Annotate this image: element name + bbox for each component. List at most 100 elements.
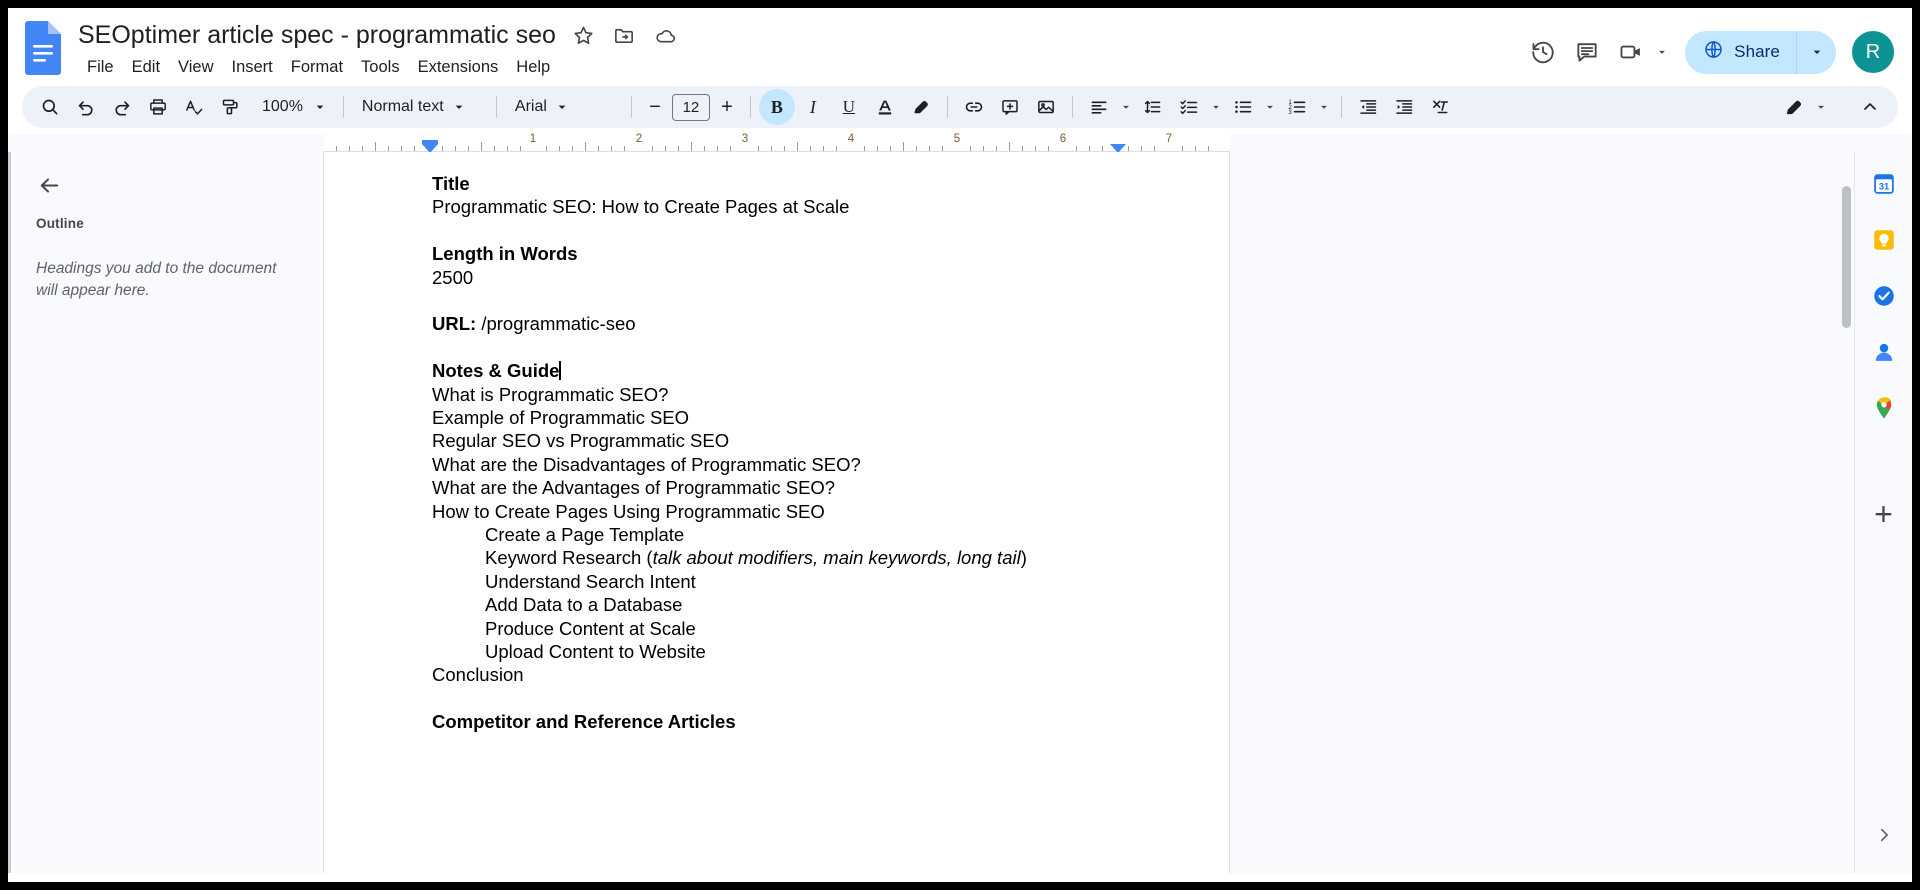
doc-blank-line[interactable]: [432, 687, 1139, 710]
doc-text-line[interactable]: What is Programmatic SEO?: [432, 383, 1139, 406]
doc-heading-competitor[interactable]: Competitor and Reference Articles: [432, 710, 1139, 733]
ruler-number: 4: [848, 133, 854, 145]
formatting-toolbar: 100% Normal text Arial: [22, 86, 1898, 128]
google-keep-icon[interactable]: [1864, 220, 1904, 260]
arrow-back-icon[interactable]: [32, 168, 66, 202]
menu-view[interactable]: View: [169, 56, 222, 79]
add-comment-icon[interactable]: [992, 89, 1028, 125]
redo-icon[interactable]: [104, 89, 140, 125]
version-history-icon[interactable]: [1521, 30, 1565, 74]
doc-indent-line[interactable]: Add Data to a Database: [432, 593, 1139, 616]
share-button[interactable]: Share: [1685, 31, 1796, 74]
document-page[interactable]: Title Programmatic SEO: How to Create Pa…: [324, 152, 1230, 873]
indent-decrease-icon[interactable]: [1350, 89, 1386, 125]
video-camera-icon[interactable]: [1609, 30, 1653, 74]
insert-image-icon[interactable]: [1028, 89, 1064, 125]
doc-indent-line[interactable]: Produce Content at Scale: [432, 617, 1139, 640]
font-family-select[interactable]: Arial: [505, 91, 623, 123]
outline-edge-handle[interactable]: [8, 152, 11, 873]
comment-icon[interactable]: [1565, 30, 1609, 74]
text-color-icon[interactable]: [867, 89, 903, 125]
menu-help[interactable]: Help: [507, 56, 559, 79]
undo-icon[interactable]: [68, 89, 104, 125]
doc-blank-line[interactable]: [432, 336, 1139, 359]
doc-heading-length[interactable]: Length in Words: [432, 242, 1139, 265]
underline-button[interactable]: U: [831, 89, 867, 125]
numbered-chevron-down-icon[interactable]: [1315, 98, 1333, 116]
doc-indent-line-keyword-research[interactable]: Keyword Research (talk about modifiers, …: [432, 546, 1139, 569]
google-maps-icon[interactable]: [1864, 388, 1904, 428]
doc-heading-title[interactable]: Title: [432, 172, 1139, 195]
spellcheck-icon[interactable]: [176, 89, 212, 125]
edit-mode-chevron-down-icon[interactable]: [1812, 98, 1830, 116]
checklist-icon[interactable]: [1171, 89, 1207, 125]
avatar[interactable]: R: [1852, 31, 1894, 73]
menu-tools[interactable]: Tools: [352, 56, 409, 79]
paint-format-icon[interactable]: [212, 89, 248, 125]
indent-increase-icon[interactable]: [1386, 89, 1422, 125]
canvas-background: [1230, 152, 1854, 873]
doc-indent-line[interactable]: Upload Content to Website: [432, 640, 1139, 663]
cloud-saved-icon[interactable]: [654, 24, 677, 47]
document-canvas[interactable]: Title Programmatic SEO: How to Create Pa…: [324, 152, 1854, 873]
bold-button[interactable]: B: [759, 89, 795, 125]
paragraph-style-select[interactable]: Normal text: [352, 91, 488, 123]
doc-heading-notes[interactable]: Notes & Guide: [432, 359, 1139, 382]
bullet-chevron-down-icon[interactable]: [1261, 98, 1279, 116]
highlight-pen-icon[interactable]: [903, 89, 939, 125]
collapse-toolbar-icon[interactable]: [1852, 89, 1888, 125]
font-size-input[interactable]: 12: [672, 94, 710, 121]
menu-insert[interactable]: Insert: [223, 56, 282, 79]
line-spacing-icon[interactable]: [1135, 89, 1171, 125]
share-chevron-down-icon[interactable]: [1796, 31, 1836, 74]
align-chevron-down-icon[interactable]: [1117, 98, 1135, 116]
meet-chevron-down-icon[interactable]: [1653, 43, 1671, 61]
star-icon[interactable]: [572, 24, 595, 47]
menu-format[interactable]: Format: [282, 56, 352, 79]
doc-blank-line[interactable]: [432, 289, 1139, 312]
page-title[interactable]: SEOptimer article spec - programmatic se…: [78, 20, 556, 50]
google-docs-icon[interactable]: [22, 20, 64, 76]
menu-edit[interactable]: Edit: [123, 56, 169, 79]
doc-blank-line[interactable]: [432, 219, 1139, 242]
insert-link-icon[interactable]: [956, 89, 992, 125]
print-icon[interactable]: [140, 89, 176, 125]
menu-file[interactable]: File: [78, 56, 123, 79]
doc-text-line[interactable]: Example of Programmatic SEO: [432, 406, 1139, 429]
doc-url-line[interactable]: URL: /programmatic-seo: [432, 312, 1139, 335]
italic-button[interactable]: I: [795, 89, 831, 125]
toolbar-divider: [1341, 96, 1342, 118]
clear-formatting-icon[interactable]: [1422, 89, 1458, 125]
doc-text-line[interactable]: What are the Disadvantages of Programmat…: [432, 453, 1139, 476]
doc-indent-line[interactable]: Create a Page Template: [432, 523, 1139, 546]
numbered-list-icon[interactable]: 123: [1279, 89, 1315, 125]
chevron-right-icon[interactable]: [1868, 819, 1900, 851]
font-size-decrease-button[interactable]: −: [640, 92, 670, 122]
doc-text-line[interactable]: What are the Advantages of Programmatic …: [432, 476, 1139, 499]
doc-text-line[interactable]: How to Create Pages Using Programmatic S…: [432, 500, 1139, 523]
doc-text-line[interactable]: Regular SEO vs Programmatic SEO: [432, 429, 1139, 452]
checklist-chevron-down-icon[interactable]: [1207, 98, 1225, 116]
edit-pencil-icon[interactable]: [1776, 89, 1812, 125]
doc-indent-line[interactable]: Understand Search Intent: [432, 570, 1139, 593]
font-size-increase-button[interactable]: +: [712, 92, 742, 122]
font-family-value: Arial: [515, 98, 547, 116]
google-contacts-icon[interactable]: [1864, 332, 1904, 372]
move-folder-icon[interactable]: [613, 24, 636, 47]
outline-empty-message: Headings you add to the document will ap…: [36, 258, 298, 302]
doc-text-title-value[interactable]: Programmatic SEO: How to Create Pages at…: [432, 195, 1139, 218]
toolbar-divider: [750, 96, 751, 118]
add-sidebar-app-button[interactable]: +: [1864, 494, 1904, 534]
google-tasks-icon[interactable]: [1864, 276, 1904, 316]
bulleted-list-icon[interactable]: [1225, 89, 1261, 125]
document-body[interactable]: Title Programmatic SEO: How to Create Pa…: [324, 152, 1229, 734]
zoom-level-select[interactable]: 100%: [252, 91, 335, 123]
horizontal-ruler[interactable]: 1 2 3 4: [324, 134, 1230, 152]
doc-text-conclusion[interactable]: Conclusion: [432, 663, 1139, 686]
document-scrollbar[interactable]: [1842, 186, 1851, 328]
doc-text-length-value[interactable]: 2500: [432, 266, 1139, 289]
search-icon[interactable]: [32, 89, 68, 125]
align-left-icon[interactable]: [1081, 89, 1117, 125]
menu-extensions[interactable]: Extensions: [409, 56, 508, 79]
google-calendar-icon[interactable]: 31: [1864, 164, 1904, 204]
